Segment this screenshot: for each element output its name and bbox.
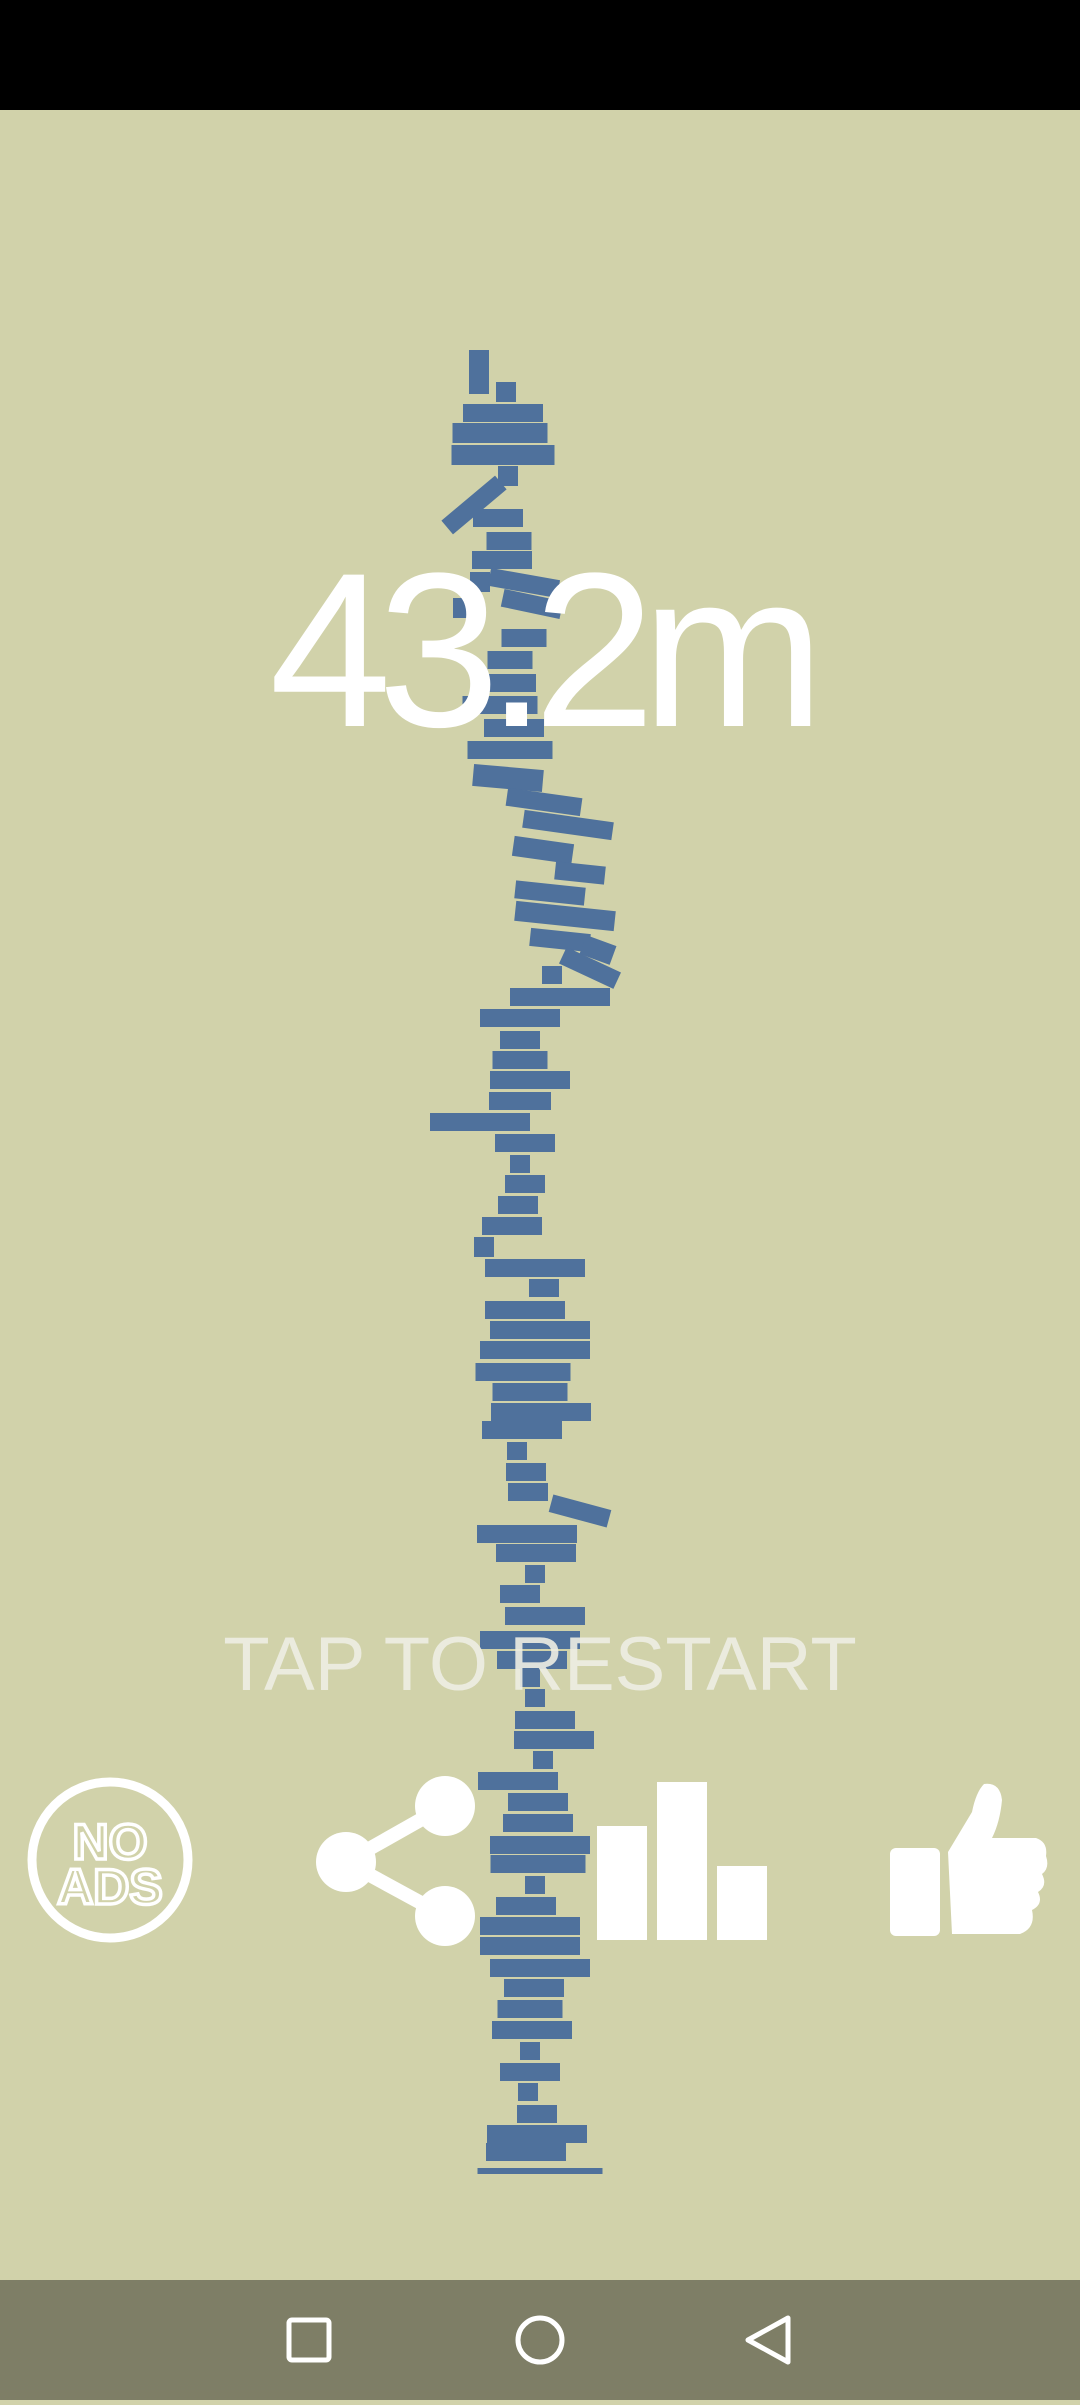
tower-block xyxy=(477,2168,603,2174)
tower-block xyxy=(463,404,543,422)
tower-block xyxy=(487,2125,587,2143)
tower-block xyxy=(491,1403,591,1421)
tower-block xyxy=(507,1442,527,1460)
tower-block xyxy=(490,1071,570,1089)
tap-to-restart-label[interactable]: TAP TO RESTART xyxy=(0,1625,1080,1705)
tower-block xyxy=(508,1483,548,1501)
tower-block xyxy=(554,861,606,885)
tower-block xyxy=(511,835,575,865)
tower-block xyxy=(514,1731,594,1749)
tower-block xyxy=(485,1259,585,1277)
no-ads-icon: NO ADS xyxy=(27,1777,193,1943)
tower-block xyxy=(490,1836,590,1854)
tower-block xyxy=(518,2083,538,2101)
tower-block xyxy=(469,350,489,394)
tower-block xyxy=(430,1113,530,1131)
tower-block xyxy=(498,1196,538,1214)
back-button[interactable] xyxy=(709,2280,829,2400)
tower-block xyxy=(548,1494,612,1528)
tower-block xyxy=(478,1772,558,1790)
tower-block xyxy=(496,382,516,402)
tower-block xyxy=(529,1279,559,1297)
tower-block xyxy=(542,966,562,984)
leaderboard-button[interactable] xyxy=(595,1780,770,1940)
tower-block xyxy=(500,2063,560,2081)
tower-block xyxy=(500,1031,540,1049)
no-ads-button[interactable]: NO ADS xyxy=(26,1776,194,1944)
tower-block xyxy=(495,1134,555,1152)
tower-block xyxy=(533,1751,553,1769)
recents-button[interactable] xyxy=(249,2280,369,2400)
thumbs-up-icon xyxy=(890,1783,1048,1936)
share-button[interactable] xyxy=(312,1772,482,1952)
tower-block xyxy=(503,1814,573,1832)
tower-block xyxy=(480,1937,580,1955)
navigation-bar xyxy=(0,2280,1080,2400)
tower-block xyxy=(504,1979,564,1997)
tower-block xyxy=(480,1341,590,1359)
tower-block xyxy=(497,2000,563,2018)
tower-block xyxy=(485,1301,565,1319)
tower-block xyxy=(520,2042,540,2060)
tower-block xyxy=(452,423,548,443)
tower-block xyxy=(480,1917,580,1935)
tower-block xyxy=(492,1051,548,1069)
tower-block xyxy=(515,1711,575,1729)
tower-block xyxy=(492,1383,568,1401)
tower-block xyxy=(525,1565,545,1583)
tower-block xyxy=(480,1009,560,1027)
tower-block xyxy=(490,1321,590,1339)
tower-block xyxy=(505,787,583,817)
tower-block xyxy=(473,509,523,527)
tower-block xyxy=(500,1585,540,1603)
square-icon xyxy=(286,2317,332,2363)
no-ads-line2: ADS xyxy=(57,1859,163,1915)
tower-block xyxy=(477,1525,577,1543)
leaderboard-icon xyxy=(597,1782,767,1940)
tower-block xyxy=(496,1544,576,1562)
tower-block xyxy=(492,2021,572,2039)
tower-block xyxy=(525,1876,545,1894)
block-tower xyxy=(430,350,621,2174)
tower-block xyxy=(474,1237,494,1257)
tower-block xyxy=(482,1217,542,1235)
tower-block xyxy=(510,1155,530,1173)
like-button[interactable] xyxy=(888,1782,1050,1938)
tower-block xyxy=(506,1463,546,1481)
height-score: 43.2m xyxy=(269,527,824,773)
tower-block xyxy=(517,2105,557,2123)
tower-block xyxy=(508,1793,568,1811)
tower-block xyxy=(514,900,616,932)
triangle-back-icon xyxy=(745,2315,791,2365)
tower-block xyxy=(482,1421,562,1439)
tower-block xyxy=(475,1363,571,1381)
tower-block xyxy=(496,1897,556,1915)
circle-icon xyxy=(515,2315,565,2365)
tower-block xyxy=(510,988,610,1006)
tower-block xyxy=(490,1855,586,1873)
tower-block xyxy=(489,1092,551,1110)
tower-block xyxy=(486,2143,566,2161)
tower-block xyxy=(451,445,555,465)
tower-block xyxy=(490,1959,590,1977)
share-icon xyxy=(316,1776,475,1946)
tower-block xyxy=(505,1175,545,1193)
home-button[interactable] xyxy=(480,2280,600,2400)
